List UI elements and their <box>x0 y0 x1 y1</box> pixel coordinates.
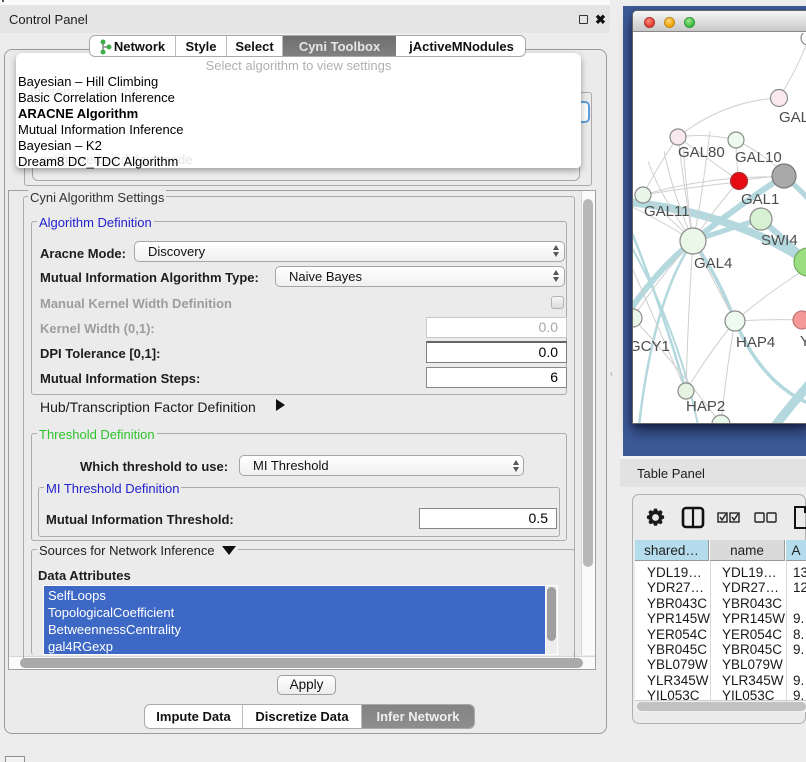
svg-text:GAL4: GAL4 <box>694 255 732 272</box>
svg-text:GAL2: GAL2 <box>779 109 806 126</box>
svg-text:GAL1: GAL1 <box>741 191 779 208</box>
svg-text:GAL10: GAL10 <box>735 149 782 166</box>
svg-text:HAP4: HAP4 <box>736 334 775 351</box>
svg-text:GAL80: GAL80 <box>678 144 725 161</box>
svg-text:GCY1: GCY1 <box>633 338 670 355</box>
svg-text:SWI4: SWI4 <box>761 232 798 249</box>
svg-text:HAP2: HAP2 <box>686 398 725 415</box>
svg-text:GAL11: GAL11 <box>644 203 690 220</box>
svg-text:Y: Y <box>800 333 806 350</box>
